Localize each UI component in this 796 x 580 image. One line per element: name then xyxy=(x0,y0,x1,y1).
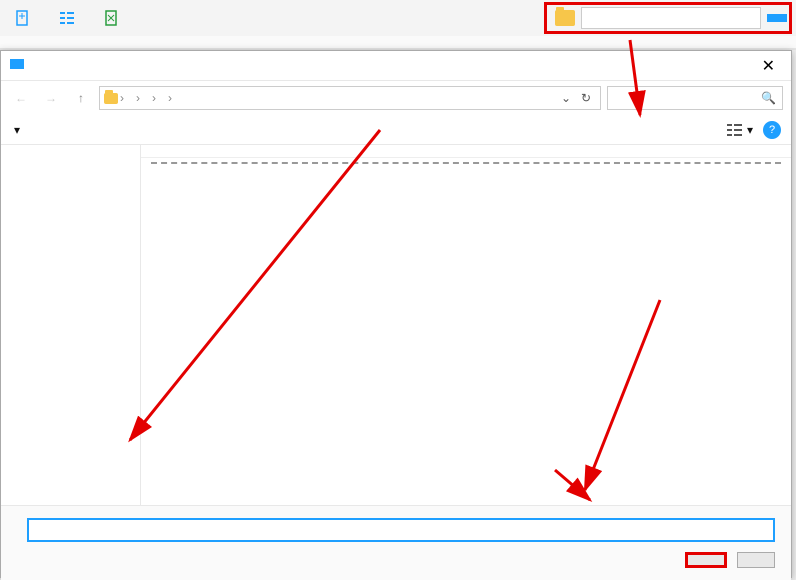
folder-icon xyxy=(104,93,118,104)
file-list-header xyxy=(141,145,791,158)
cancel-button[interactable] xyxy=(737,552,775,568)
main-toolbar xyxy=(0,0,796,36)
folder-dialog: ✕ ← → ↑ › › › › ⌄ ↻ 🔍 ▾ ▾ ? xyxy=(0,50,792,578)
select-folder-button[interactable] xyxy=(685,552,727,568)
view-button[interactable]: ▾ xyxy=(726,123,753,137)
tool-bar: ▾ ▾ ? xyxy=(1,115,791,145)
dialog-footer xyxy=(1,505,791,580)
dialog-titlebar: ✕ xyxy=(1,51,791,81)
search-icon: 🔍 xyxy=(761,91,776,105)
folder-name-input[interactable] xyxy=(27,518,775,542)
chevron-right-icon: › xyxy=(152,91,156,105)
forward-button[interactable]: → xyxy=(39,86,63,110)
clear-list-icon xyxy=(102,9,120,27)
toolbar-separator xyxy=(0,36,796,50)
nav-tree xyxy=(1,145,141,505)
folder-icon xyxy=(555,10,575,26)
refresh-icon[interactable]: ↻ xyxy=(576,88,596,108)
nav-bar: ← → ↑ › › › › ⌄ ↻ 🔍 xyxy=(1,81,791,115)
help-icon[interactable]: ? xyxy=(763,121,781,139)
chevron-down-icon: ▾ xyxy=(14,123,20,137)
chevron-right-icon: › xyxy=(120,91,124,105)
ellipsis-indicator xyxy=(151,162,781,164)
clear-list-button[interactable] xyxy=(92,5,136,31)
add-file-button[interactable] xyxy=(4,5,48,31)
up-button[interactable]: ↑ xyxy=(69,86,93,110)
close-icon[interactable]: ✕ xyxy=(754,54,783,78)
organize-button[interactable]: ▾ xyxy=(11,123,20,137)
dialog-icon xyxy=(9,56,25,75)
browse-button[interactable] xyxy=(767,14,787,22)
add-dir-icon xyxy=(58,9,76,27)
address-bar[interactable]: › › › › ⌄ ↻ xyxy=(99,86,601,110)
search-input[interactable]: 🔍 xyxy=(607,86,783,110)
chevron-right-icon: › xyxy=(168,91,172,105)
back-button[interactable]: ← xyxy=(9,86,33,110)
chevron-right-icon: › xyxy=(136,91,140,105)
file-list xyxy=(141,145,791,505)
add-file-icon xyxy=(14,9,32,27)
dialog-body xyxy=(1,145,791,505)
dropdown-icon[interactable]: ⌄ xyxy=(556,88,576,108)
output-dir-area xyxy=(544,2,792,34)
add-dir-button[interactable] xyxy=(48,5,92,31)
output-path-input[interactable] xyxy=(581,7,761,29)
